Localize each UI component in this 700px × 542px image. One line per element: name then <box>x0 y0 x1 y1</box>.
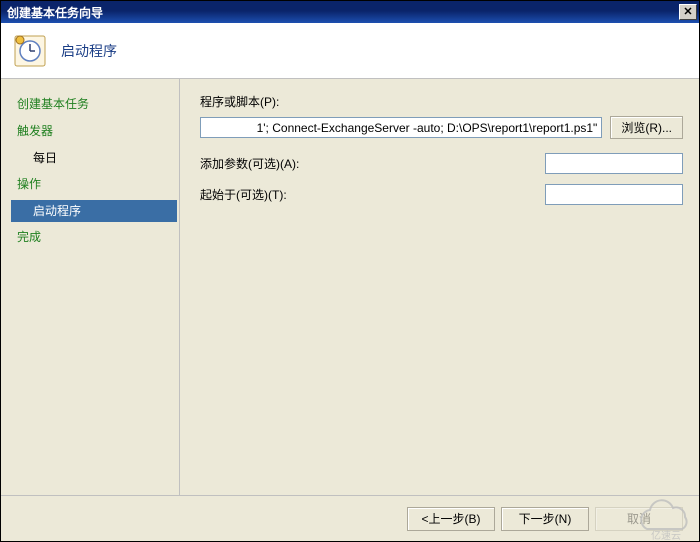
clock-task-icon <box>13 34 47 68</box>
add-arguments-label: 添加参数(可选)(A): <box>200 155 299 172</box>
back-button[interactable]: <上一步(B) <box>407 507 495 531</box>
step-action-start-program[interactable]: 启动程序 <box>11 200 177 222</box>
step-finish[interactable]: 完成 <box>11 226 179 247</box>
step-trigger-daily[interactable]: 每日 <box>9 147 179 169</box>
close-button[interactable]: ✕ <box>679 4 697 20</box>
step-action[interactable]: 操作 <box>11 173 179 194</box>
step-trigger[interactable]: 触发器 <box>11 120 179 141</box>
next-button[interactable]: 下一步(N) <box>501 507 589 531</box>
wizard-button-bar: <上一步(B) 下一步(N) 取消 <box>1 495 699 541</box>
window-title: 创建基本任务向导 <box>7 4 679 21</box>
wizard-body: 创建基本任务 触发器 每日 操作 启动程序 完成 程序或脚本(P): 浏览(R)… <box>1 79 699 495</box>
wizard-main-panel: 程序或脚本(P): 浏览(R)... 添加参数(可选)(A): 起始于(可选)(… <box>179 78 699 495</box>
program-script-input[interactable] <box>200 117 602 138</box>
start-in-label: 起始于(可选)(T): <box>200 186 287 203</box>
titlebar[interactable]: 创建基本任务向导 ✕ <box>1 1 699 23</box>
wizard-steps-sidebar: 创建基本任务 触发器 每日 操作 启动程序 完成 <box>1 79 179 495</box>
page-title: 启动程序 <box>61 41 117 61</box>
start-in-input[interactable] <box>545 184 683 205</box>
wizard-header: 启动程序 <box>1 23 699 79</box>
program-script-label: 程序或脚本(P): <box>200 93 318 110</box>
add-arguments-input[interactable] <box>545 153 683 174</box>
browse-button[interactable]: 浏览(R)... <box>610 116 683 139</box>
close-icon: ✕ <box>683 7 692 18</box>
wizard-window: 创建基本任务向导 ✕ 启动程序 创建基本任务 触发器 每日 操作 启动程序 完成 <box>0 0 700 542</box>
cancel-button[interactable]: 取消 <box>595 507 683 531</box>
step-create-task[interactable]: 创建基本任务 <box>11 93 179 114</box>
